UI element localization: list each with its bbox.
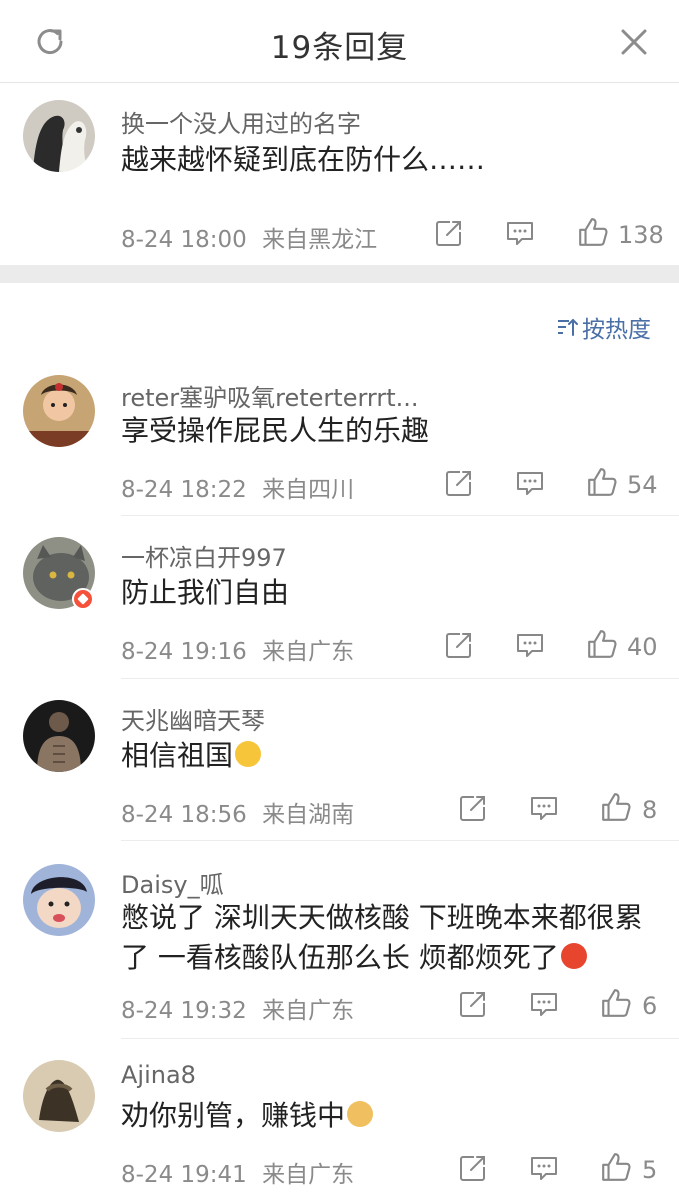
share-icon[interactable] (458, 989, 488, 1019)
like-icon[interactable] (586, 466, 618, 498)
sort-label: 按热度 (582, 317, 651, 343)
like-icon[interactable] (577, 216, 609, 248)
like-count: 138 (618, 221, 664, 249)
reply-text: 憋说了 深圳天天做核酸 下班晚本来都很累了 一看核酸队伍那么长 烦都烦死了 (121, 898, 656, 978)
like-count: 8 (642, 796, 658, 824)
reply-location: 来自湖南 (262, 802, 355, 828)
reply-meta: 8-24 19:32 来自广东 (121, 991, 354, 1025)
reply-location: 来自广东 (262, 998, 355, 1024)
comment-icon[interactable] (515, 630, 545, 660)
reply-text: 享受操作屁民人生的乐趣 (121, 414, 430, 447)
comment-text: 越来越怀疑到底在防什么…… (121, 143, 486, 176)
reply-time: 8-24 18:56 (121, 802, 247, 828)
page-title: 19条回复 (270, 30, 409, 66)
reply-location: 来自四川 (262, 477, 355, 503)
like-count: 6 (642, 992, 658, 1020)
reply-item: reter塞驴吸氧reterterrrt... 享受操作屁民人生的乐趣 8-24… (0, 365, 679, 516)
emoji-icon (560, 943, 587, 969)
emoji-icon (235, 741, 262, 767)
reply-meta: 8-24 19:16 来自广东 (121, 632, 354, 666)
sort-toggle[interactable]: 按热度 (556, 310, 651, 344)
close-icon[interactable] (616, 24, 652, 60)
reply-item: 天兆幽暗天琴 相信祖国 8-24 18:56 来自湖南 8 (0, 678, 679, 841)
reply-text: 劝你别管，赚钱中 (121, 1096, 656, 1136)
share-icon[interactable] (458, 793, 488, 823)
reply-time: 8-24 19:16 (121, 639, 247, 665)
reply-item: Daisy_呱 憋说了 深圳天天做核酸 下班晚本来都很累了 一看核酸队伍那么长 … (0, 840, 679, 1039)
reply-location: 来自广东 (262, 639, 355, 665)
avatar[interactable] (23, 375, 95, 447)
share-icon[interactable] (458, 1153, 488, 1183)
comment-icon[interactable] (529, 989, 559, 1019)
emoji-icon (347, 1101, 374, 1127)
like-count: 40 (627, 633, 658, 661)
comment-icon[interactable] (515, 468, 545, 498)
reply-time: 8-24 18:22 (121, 477, 247, 503)
share-icon[interactable] (434, 218, 464, 248)
like-count: 54 (627, 471, 658, 499)
reply-item: Ajina8 劝你别管，赚钱中 8-24 19:41 来自广东 5 (0, 1038, 679, 1200)
like-icon[interactable] (586, 628, 618, 660)
reply-time: 8-24 19:41 (121, 1162, 247, 1188)
like-icon[interactable] (600, 987, 632, 1019)
avatar[interactable] (23, 1060, 95, 1132)
like-icon[interactable] (600, 791, 632, 823)
comment-username[interactable]: 换一个没人用过的名字 (121, 104, 361, 139)
reply-text-body: 劝你别管，赚钱中 (121, 1099, 346, 1132)
share-icon[interactable] (444, 468, 474, 498)
header-bar: 19条回复 (0, 0, 679, 83)
reply-time: 8-24 19:32 (121, 998, 247, 1024)
reply-username[interactable]: reter塞驴吸氧reterterrrt... (121, 378, 419, 413)
comment-icon[interactable] (505, 218, 535, 248)
main-comment: 换一个没人用过的名字 越来越怀疑到底在防什么…… 8-24 18:00 来自黑龙… (0, 82, 679, 265)
reply-meta: 8-24 18:56 来自湖南 (121, 795, 354, 829)
like-count: 5 (642, 1156, 658, 1184)
comment-meta: 8-24 18:00 来自黑龙江 (121, 220, 377, 254)
reply-username[interactable]: 天兆幽暗天琴 (121, 701, 265, 736)
comment-icon[interactable] (529, 1153, 559, 1183)
reply-username[interactable]: 一杯凉白开997 (121, 538, 287, 573)
comment-icon[interactable] (529, 793, 559, 823)
reply-meta: 8-24 19:41 来自广东 (121, 1155, 354, 1189)
comment-time: 8-24 18:00 (121, 227, 247, 253)
verified-badge-icon (72, 588, 94, 610)
avatar[interactable] (23, 100, 95, 172)
reply-meta: 8-24 18:22 来自四川 (121, 470, 354, 504)
share-icon[interactable] (444, 630, 474, 660)
reply-username[interactable]: Ajina8 (121, 1061, 196, 1089)
reply-location: 来自广东 (262, 1162, 355, 1188)
avatar[interactable] (23, 864, 95, 936)
reply-username[interactable]: Daisy_呱 (121, 865, 224, 900)
reply-text: 防止我们自由 (121, 576, 290, 609)
sort-icon (558, 318, 578, 336)
comment-location: 来自黑龙江 (262, 227, 378, 253)
reply-text-body: 相信祖国 (121, 739, 234, 772)
reply-text: 相信祖国 (121, 736, 656, 776)
section-divider (0, 265, 679, 283)
avatar[interactable] (23, 700, 95, 772)
like-icon[interactable] (600, 1151, 632, 1183)
reply-item: 一杯凉白开997 防止我们自由 8-24 19:16 来自广东 40 (0, 515, 679, 679)
